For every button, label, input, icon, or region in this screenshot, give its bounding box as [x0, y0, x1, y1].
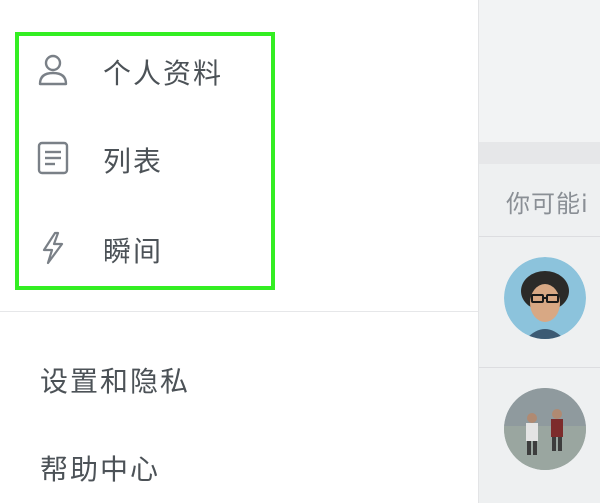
menu-item-lists[interactable]: 列表 [0, 128, 478, 188]
avatar[interactable] [504, 257, 586, 339]
menu-item-settings-privacy[interactable]: 设置和隐私 [0, 350, 478, 410]
suggestion-row[interactable] [478, 368, 600, 503]
background-top-area [478, 0, 600, 142]
suggestions-header: 你可能i [478, 164, 600, 237]
menu-item-label: 个人资料 [103, 57, 224, 90]
menu-item-label: 设置和隐私 [40, 365, 191, 398]
list-icon [36, 141, 70, 175]
menu-item-label: 帮助中心 [40, 453, 161, 486]
divider [0, 311, 478, 312]
background-content: 你可能i [478, 0, 600, 503]
menu-item-label: 列表 [103, 145, 164, 178]
suggestions-header-text: 你可能i [506, 190, 589, 218]
avatar[interactable] [504, 388, 586, 470]
menu-item-label: 瞬间 [103, 235, 164, 268]
menu-item-help-center[interactable]: 帮助中心 [0, 438, 478, 498]
menu-item-moments[interactable]: 瞬间 [0, 218, 478, 278]
background-separator [478, 142, 600, 164]
suggestion-row[interactable] [478, 237, 600, 368]
person-icon [36, 53, 70, 87]
navigation-drawer: 个人资料 列表 瞬间 设置和隐私 帮助中心 [0, 0, 479, 503]
app-screen: 你可能i 个人资料 列表 瞬间 设置和隐私 帮助中心 [0, 0, 600, 503]
lightning-bolt-icon [36, 231, 70, 265]
menu-item-profile[interactable]: 个人资料 [0, 40, 478, 100]
